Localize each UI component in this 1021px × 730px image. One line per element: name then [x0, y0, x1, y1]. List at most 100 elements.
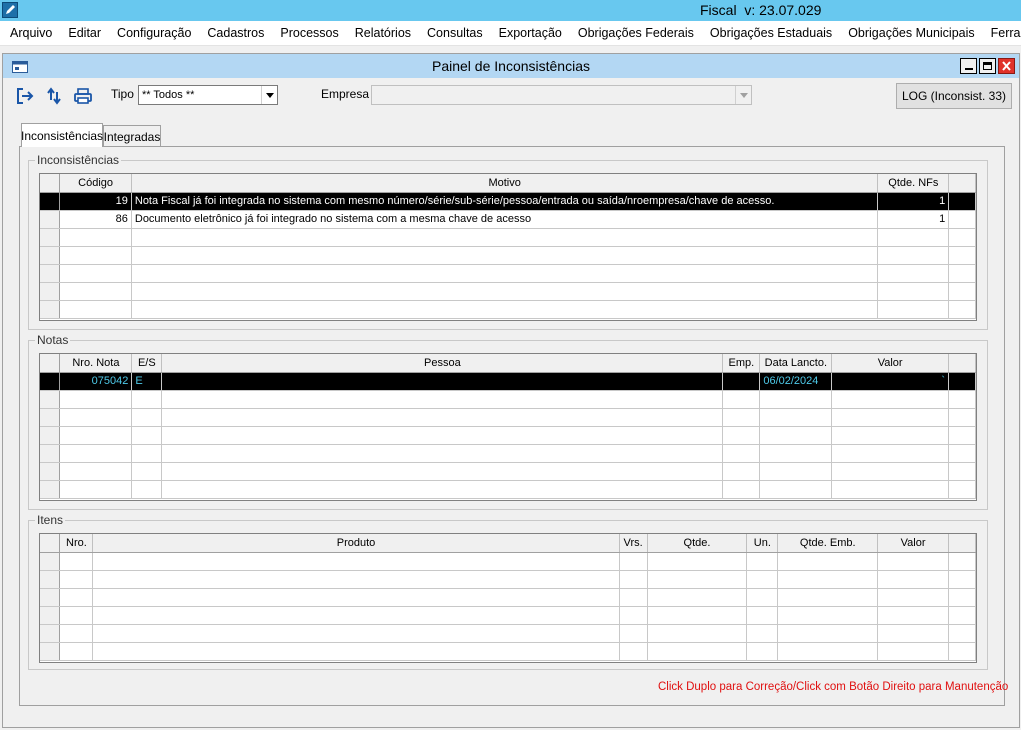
- col-valor[interactable]: Valor: [877, 534, 950, 553]
- menu-consultas[interactable]: Consultas: [419, 21, 491, 46]
- cell-qtde: 1: [877, 210, 950, 229]
- table-row-empty: [40, 390, 976, 409]
- cell-codigo: 86: [59, 210, 132, 229]
- col-vrs[interactable]: Vrs.: [619, 534, 648, 553]
- table-row[interactable]: 075042 E 06/02/2024 `: [40, 372, 976, 391]
- row-indicator-header: [40, 534, 61, 553]
- empresa-select[interactable]: [371, 85, 752, 105]
- col-un[interactable]: Un.: [746, 534, 779, 553]
- inconsistencias-legend: Inconsistências: [35, 153, 122, 167]
- window-title: Painel de Inconsistências: [432, 58, 590, 74]
- inconsistency-panel-window: Painel de Inconsistências Tipo ** Todos …: [2, 53, 1020, 728]
- menu-obrigacoes-estaduais[interactable]: Obrigações Estaduais: [702, 21, 840, 46]
- menu-arquivo[interactable]: Arquivo: [0, 21, 60, 46]
- col-produto[interactable]: Produto: [92, 534, 620, 553]
- tab-panel-inconsistencias: Inconsistências Código Motivo Qtde. NFs …: [19, 146, 1005, 706]
- table-header: Código Motivo Qtde. NFs: [40, 174, 976, 193]
- log-button[interactable]: LOG (Inconsist. 33): [896, 83, 1012, 109]
- col-nro-nota[interactable]: Nro. Nota: [59, 354, 133, 373]
- itens-grid[interactable]: Nro. Produto Vrs. Qtde. Un. Qtde. Emb. V…: [39, 533, 977, 663]
- table-header: Nro. Produto Vrs. Qtde. Un. Qtde. Emb. V…: [40, 534, 976, 553]
- chevron-down-icon[interactable]: [735, 86, 751, 104]
- window-titlebar[interactable]: Painel de Inconsistências: [3, 54, 1019, 78]
- col-motivo[interactable]: Motivo: [131, 174, 879, 193]
- col-codigo[interactable]: Código: [59, 174, 132, 193]
- inconsistencias-grid[interactable]: Código Motivo Qtde. NFs 19 Nota Fiscal j…: [39, 173, 977, 321]
- col-nro[interactable]: Nro.: [59, 534, 94, 553]
- menu-exportacao[interactable]: Exportação: [491, 21, 570, 46]
- col-filler: [948, 174, 976, 193]
- tipo-select[interactable]: ** Todos **: [138, 85, 278, 105]
- menu-processos[interactable]: Processos: [272, 21, 346, 46]
- menu-obrigacoes-municipais[interactable]: Obrigações Municipais: [840, 21, 982, 46]
- menu-editar[interactable]: Editar: [60, 21, 109, 46]
- tipo-label: Tipo: [111, 87, 134, 101]
- notas-group: Notas Nro. Nota E/S Pessoa Emp. Data Lan…: [28, 333, 988, 510]
- col-filler: [948, 354, 976, 373]
- cell-codigo: 19: [59, 192, 132, 211]
- table-row-empty: [40, 300, 976, 319]
- menu-cadastros[interactable]: Cadastros: [199, 21, 272, 46]
- table-row[interactable]: 86 Documento eletrônico já foi integrado…: [40, 210, 976, 229]
- cell-motivo: Nota Fiscal já foi integrada no sistema …: [131, 192, 879, 211]
- footer-hint: Click Duplo para Correção/Click com Botã…: [658, 681, 1009, 693]
- app-title: Fiscal v: 23.07.029: [700, 2, 822, 18]
- table-row-empty: [40, 480, 976, 499]
- tab-inconsistencias[interactable]: Inconsistências: [21, 123, 103, 147]
- table-row-empty: [40, 282, 976, 301]
- menu-relatorios[interactable]: Relatórios: [347, 21, 419, 46]
- exit-icon: [17, 88, 34, 104]
- col-es[interactable]: E/S: [131, 354, 163, 373]
- col-valor[interactable]: Valor: [831, 354, 949, 373]
- cell-filler: [948, 210, 976, 229]
- cell-data-lancto: 06/02/2024: [759, 372, 833, 391]
- app-pencil-icon: [2, 2, 18, 18]
- chevron-down-icon[interactable]: [261, 86, 277, 104]
- inconsistencias-table: Código Motivo Qtde. NFs 19 Nota Fiscal j…: [40, 174, 976, 319]
- menu-configuracao[interactable]: Configuração: [109, 21, 199, 46]
- itens-legend: Itens: [35, 513, 66, 527]
- notas-legend: Notas: [35, 333, 71, 347]
- cell-emp: [722, 372, 761, 391]
- row-indicator-header: [40, 354, 61, 373]
- notas-grid[interactable]: Nro. Nota E/S Pessoa Emp. Data Lancto. V…: [39, 353, 977, 501]
- exit-button[interactable]: [13, 84, 37, 108]
- cell-es: E: [131, 372, 163, 391]
- table-row-empty: [40, 246, 976, 265]
- table-row-empty: [40, 588, 976, 607]
- col-qtde-emb[interactable]: Qtde. Emb.: [777, 534, 879, 553]
- table-row-empty: [40, 462, 976, 481]
- row-indicator: [40, 210, 61, 229]
- col-pessoa[interactable]: Pessoa: [161, 354, 724, 373]
- menu-obrigacoes-federais[interactable]: Obrigações Federais: [570, 21, 702, 46]
- print-button[interactable]: [71, 84, 95, 108]
- table-row-empty: [40, 408, 976, 427]
- col-data-lancto[interactable]: Data Lancto.: [759, 354, 833, 373]
- refresh-button[interactable]: [42, 84, 66, 108]
- row-indicator: [40, 372, 61, 391]
- table-row[interactable]: 19 Nota Fiscal já foi integrada no siste…: [40, 192, 976, 211]
- row-indicator: [40, 192, 61, 211]
- maximize-button[interactable]: [979, 58, 996, 74]
- tab-integradas[interactable]: Integradas: [103, 125, 161, 147]
- cell-filler: [948, 372, 976, 391]
- table-row-empty: [40, 624, 976, 643]
- app-titlebar: Fiscal v: 23.07.029: [0, 0, 1021, 21]
- col-qtde-nfs[interactable]: Qtde. NFs: [877, 174, 950, 193]
- cell-pessoa: [161, 372, 724, 391]
- table-row-empty: [40, 264, 976, 283]
- col-emp[interactable]: Emp.: [722, 354, 761, 373]
- close-button[interactable]: [998, 58, 1015, 74]
- itens-group: Itens Nro. Produto Vrs. Qtde. Un. Qtde. …: [28, 513, 988, 670]
- printer-icon: [74, 88, 92, 104]
- cell-nro-nota: 075042: [59, 372, 133, 391]
- col-filler: [948, 534, 976, 553]
- cell-qtde: 1: [877, 192, 950, 211]
- minimize-button[interactable]: [960, 58, 977, 74]
- table-row-empty: [40, 606, 976, 625]
- col-qtde[interactable]: Qtde.: [647, 534, 748, 553]
- table-row-empty: [40, 444, 976, 463]
- menu-ferramentas[interactable]: Ferramentas: [983, 21, 1021, 46]
- table-row-empty: [40, 570, 976, 589]
- table-row-empty: [40, 642, 976, 661]
